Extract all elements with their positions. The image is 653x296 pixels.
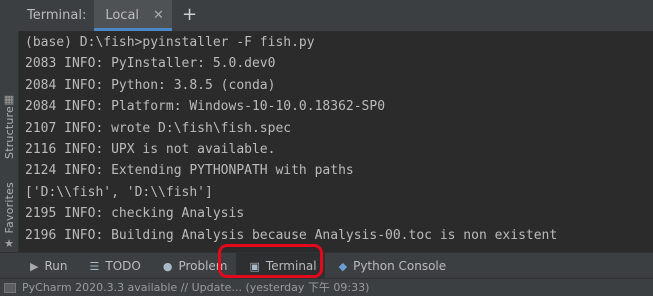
terminal-title: Terminal: bbox=[27, 8, 87, 23]
run-button[interactable]: ▶ Run bbox=[0, 253, 75, 279]
python-console-label: Python Console bbox=[353, 259, 447, 273]
star-icon: ★ bbox=[4, 236, 14, 250]
structure-icon: ▦ bbox=[3, 93, 15, 106]
play-icon: ▶ bbox=[30, 259, 39, 273]
terminal-line: ['D:\\fish', 'D:\\fish'] bbox=[25, 184, 213, 200]
status-bar: PyCharm 2020.3.3 available // Update... … bbox=[0, 278, 653, 296]
python-icon: ◆ bbox=[338, 259, 348, 273]
problems-button[interactable]: ● Problem bbox=[149, 253, 236, 279]
structure-label: Structure bbox=[2, 106, 16, 159]
terminal-line: 2116 INFO: UPX is not available. bbox=[25, 141, 276, 157]
favorites-side-tab[interactable]: Favorites ★ bbox=[1, 182, 17, 250]
structure-side-tab[interactable]: ▦ Structure bbox=[1, 90, 17, 159]
tool-window-bar: ▶ Run ☰ TODO ● Problem ▣ Terminal ◆ Pyth… bbox=[0, 252, 653, 279]
terminal-line: (base) D:\fish>pyinstaller -F fish.py bbox=[25, 35, 315, 50]
terminal-button[interactable]: ▣ Terminal bbox=[235, 253, 325, 279]
tab-local-label: Local bbox=[105, 8, 140, 23]
todo-button[interactable]: ☰ TODO bbox=[75, 253, 148, 279]
tab-local[interactable]: Local ✕ bbox=[94, 0, 172, 31]
terminal-tab-bar: Terminal: Local ✕ + bbox=[18, 0, 653, 32]
todo-label: TODO bbox=[105, 259, 141, 273]
terminal-label: Terminal bbox=[265, 259, 317, 273]
list-icon: ☰ bbox=[89, 259, 100, 273]
terminal-line: 2196 INFO: Building Analysis because Ana… bbox=[25, 227, 558, 243]
terminal-line: 2195 INFO: checking Analysis bbox=[25, 206, 245, 222]
terminal-output[interactable]: (base) D:\fish>pyinstaller -F fish.py 20… bbox=[19, 31, 653, 253]
run-label: Run bbox=[44, 259, 68, 273]
problems-label: Problem bbox=[178, 259, 228, 273]
terminal-line: 2083 INFO: PyInstaller: 5.0.dev0 bbox=[25, 56, 276, 72]
close-icon[interactable]: ✕ bbox=[153, 8, 164, 23]
terminal-line: 2084 INFO: Platform: Windows-10-10.0.183… bbox=[25, 99, 386, 115]
left-tool-strip: ▦ Structure Favorites ★ bbox=[0, 0, 19, 252]
python-console-button[interactable]: ◆ Python Console bbox=[325, 253, 455, 279]
terminal-line: 2107 INFO: wrote D:\fish\fish.spec bbox=[25, 120, 292, 136]
terminal-line: 2124 INFO: Extending PYTHONPATH with pat… bbox=[25, 163, 354, 179]
terminal-line: 2084 INFO: Python: 3.8.5 (conda) bbox=[25, 77, 276, 93]
info-icon: ● bbox=[162, 259, 173, 273]
status-icon bbox=[4, 282, 16, 293]
add-tab-button[interactable]: + bbox=[172, 0, 209, 31]
favorites-label: Favorites bbox=[2, 182, 16, 234]
status-message[interactable]: PyCharm 2020.3.3 available // Update... … bbox=[22, 279, 369, 296]
terminal-icon: ▣ bbox=[249, 259, 260, 273]
